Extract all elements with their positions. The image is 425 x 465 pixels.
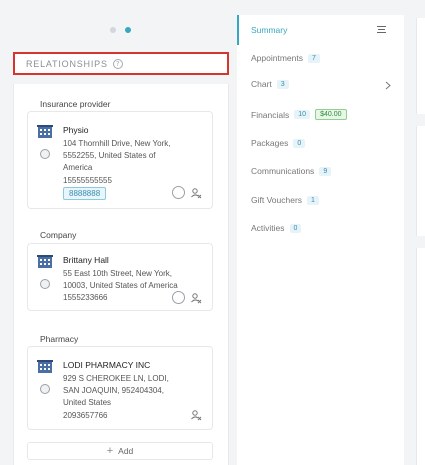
add-label: Add — [118, 446, 134, 456]
person-settings-icon[interactable] — [190, 292, 202, 304]
card-name: Brittany Hall — [63, 255, 109, 265]
relationships-panel: RELATIONSHIPS ? Insurance provider Physi… — [0, 0, 237, 465]
chevron-right-icon[interactable] — [385, 81, 391, 90]
person-settings-icon[interactable] — [190, 409, 202, 421]
phone: 1555233666 — [63, 293, 108, 302]
carousel-dots — [110, 27, 131, 33]
balance-badge: $40.00 — [315, 109, 347, 120]
relationship-card-pharmacy[interactable]: LODI PHARMACY INC 929 S CHEROKEE LN, LOD… — [27, 346, 213, 430]
nav-label: Chart — [251, 79, 272, 89]
add-relationship-button[interactable]: + Add — [27, 442, 213, 460]
count-badge: 7 — [307, 53, 320, 63]
plus-icon: + — [106, 445, 114, 457]
nav-item-financials[interactable]: Financials 10 $40.00 — [251, 109, 347, 120]
nav-label: Communications — [251, 166, 315, 176]
address-line-3: United States — [63, 398, 112, 407]
address-line-1: 929 S CHEROKEE LN, LODI, — [63, 374, 169, 383]
phone: 2093657766 — [63, 411, 108, 420]
building-icon — [37, 255, 53, 268]
address-line-1: 55 East 10th Street, New York, — [63, 269, 172, 278]
card-name: Physio — [63, 125, 89, 135]
nav-item-appointments[interactable]: Appointments 7 — [251, 53, 320, 63]
id-badge: 8888888 — [63, 187, 107, 200]
address-line-3: America — [63, 163, 93, 172]
nav-item-communications[interactable]: Communications 9 — [251, 166, 332, 176]
address-line-2: SAN JOAQUIN, 952404304, — [63, 386, 164, 395]
unlink-icon[interactable] — [172, 186, 185, 199]
content-card — [416, 18, 425, 114]
contact-icon — [40, 149, 50, 159]
group-label-company: Company — [40, 230, 77, 240]
content-card — [416, 248, 425, 465]
group-label-pharmacy: Pharmacy — [40, 334, 79, 344]
address-line-2: 5552255, United States of — [63, 151, 156, 160]
person-settings-icon[interactable] — [190, 187, 202, 199]
help-circle-icon[interactable]: ? — [112, 58, 123, 69]
relationships-header: RELATIONSHIPS ? — [13, 52, 229, 75]
nav-label: Appointments — [251, 53, 303, 63]
group-label-insurance: Insurance provider — [40, 99, 111, 109]
phone: 15555555555 — [63, 176, 112, 185]
menu-icon[interactable] — [377, 26, 386, 33]
nav-item-summary[interactable]: Summary — [251, 25, 287, 35]
count-badge: 0 — [289, 223, 302, 233]
nav-label: Gift Vouchers — [251, 195, 303, 205]
content-card — [416, 126, 425, 236]
address-line-1: 104 Thornhill Drive, New York, — [63, 139, 171, 148]
building-icon — [37, 125, 53, 138]
nav-item-activities[interactable]: Activities 0 — [251, 223, 302, 233]
count-badge: 9 — [319, 166, 332, 176]
relationship-card-company[interactable]: Brittany Hall 55 East 10th Street, New Y… — [27, 243, 213, 311]
relationship-card-insurance[interactable]: Physio 104 Thornhill Drive, New York, 55… — [27, 111, 213, 209]
patient-nav: Summary Appointments 7 Chart 3 Financial… — [237, 15, 404, 465]
nav-item-gift-vouchers[interactable]: Gift Vouchers 1 — [251, 195, 319, 205]
count-badge: 10 — [294, 110, 311, 119]
count-badge: 3 — [276, 79, 289, 89]
nav-label: Financials — [251, 109, 290, 120]
address-line-2: 10003, United States of America — [63, 281, 178, 290]
nav-label: Summary — [251, 25, 288, 35]
carousel-dot-1[interactable] — [110, 27, 116, 33]
count-badge: 1 — [307, 195, 319, 205]
app-root: RELATIONSHIPS ? Insurance provider Physi… — [0, 0, 425, 465]
nav-item-chart[interactable]: Chart 3 — [251, 79, 289, 89]
active-indicator — [237, 15, 239, 45]
content-area — [404, 0, 425, 465]
unlink-icon[interactable] — [172, 291, 185, 304]
count-badge: 0 — [293, 138, 306, 148]
relationships-title: RELATIONSHIPS — [26, 58, 108, 69]
nav-label: Packages — [251, 138, 289, 148]
nav-item-packages[interactable]: Packages 0 — [251, 138, 306, 148]
contact-icon — [40, 384, 50, 394]
nav-label: Activities — [251, 223, 285, 233]
contact-icon — [40, 279, 50, 289]
carousel-dot-2[interactable] — [125, 27, 131, 33]
card-name: LODI PHARMACY INC — [63, 360, 151, 370]
building-icon — [37, 360, 53, 373]
